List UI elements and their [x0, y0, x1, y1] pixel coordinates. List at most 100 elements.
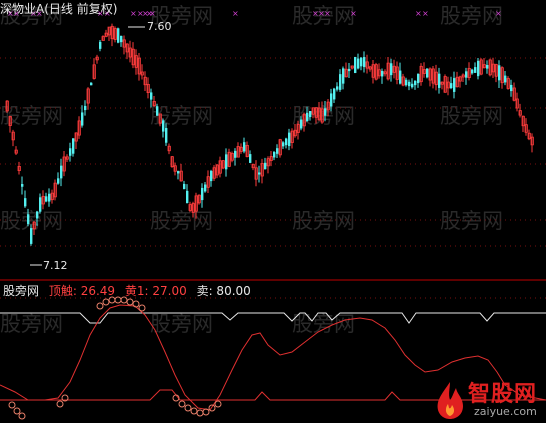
signal-marker: ×: [415, 9, 422, 18]
candle-body: [276, 148, 279, 154]
candle-body: [186, 190, 189, 204]
price-chart[interactable]: × × × × × × × ×××× × × × × × × × ×: [0, 0, 546, 423]
stock-chart-window: 股旁网 股旁网 股旁网 股旁网 股旁网 股旁网 股旁网 股旁网 股旁网 股旁网 股旁网 股旁网 股旁网股…: [0, 0, 546, 423]
candle-body: [36, 211, 39, 219]
chart-title: 深物业A(日线 前复权): [0, 2, 118, 16]
candle-body: [498, 65, 501, 81]
signal-circle: [202, 408, 210, 416]
candle-body: [84, 105, 87, 111]
signal-marker: ×: [495, 9, 502, 18]
signal-circle: [184, 404, 192, 412]
candle-body: [162, 120, 165, 132]
candle-body: [204, 184, 207, 192]
signal-circle: [178, 400, 186, 408]
candle-body: [339, 74, 342, 90]
candle-body: [363, 57, 366, 67]
candle-body: [150, 92, 153, 100]
candle-body: [243, 142, 246, 152]
signal-circle: [196, 409, 204, 417]
candle-body: [477, 60, 480, 77]
candle-body: [21, 184, 24, 187]
candle-body: [234, 150, 237, 158]
indicator-value-sell: 卖: 80.00: [196, 284, 251, 298]
candle-body: [24, 198, 27, 207]
indicator-white-line: [0, 312, 546, 324]
signal-circle: [138, 304, 146, 312]
candle-body: [342, 68, 345, 84]
candle-body: [504, 75, 507, 83]
signal-circle: [132, 300, 140, 308]
candle-body: [438, 73, 441, 88]
candle-body: [264, 162, 267, 170]
candle-body: [60, 165, 63, 179]
candle-body: [333, 88, 336, 100]
candle-body: [156, 106, 159, 116]
signal-circle: [96, 302, 104, 310]
signal-circle: [208, 404, 216, 412]
candle-body: [411, 83, 414, 88]
candle-body: [258, 172, 261, 175]
candle-body: [165, 128, 168, 143]
candle-body: [348, 68, 351, 72]
indicator-name: 股旁网: [3, 284, 40, 298]
candle-body: [471, 69, 474, 74]
candle-body: [72, 138, 75, 154]
logo-name: 智股网: [468, 382, 538, 407]
candle-body: [453, 78, 456, 92]
signal-circle: [18, 412, 26, 420]
candle-body: [39, 197, 42, 212]
candle-body: [426, 68, 429, 78]
candle-body: [336, 86, 339, 90]
signal-circle: [214, 400, 222, 408]
candle-body: [90, 82, 93, 86]
signal-marker: ×: [350, 9, 357, 18]
candle-body: [117, 28, 120, 43]
signal-circle: [13, 407, 21, 415]
low-price-label: 7.12: [43, 259, 68, 272]
candle-body: [390, 63, 393, 76]
candle-body: [417, 73, 420, 84]
candle-body: [309, 111, 312, 117]
candle-body: [48, 193, 51, 202]
candle-body: [405, 79, 408, 86]
candle-body: [300, 119, 303, 129]
brand-logo: 智股网 zaiyue.com: [430, 376, 546, 423]
signal-circle: [190, 407, 198, 415]
signal-circle: [56, 400, 64, 408]
candle-body: [99, 41, 102, 49]
indicator-value-top: 顶触: 26.49: [48, 284, 116, 298]
candle-body: [465, 71, 468, 78]
signal-marker: ×: [422, 9, 429, 18]
candle-body: [360, 57, 363, 67]
indicator-value-yellow1: 黄1: 27.00: [124, 284, 187, 298]
candle-body: [27, 214, 30, 224]
candle-body: [357, 58, 360, 69]
candle-body: [381, 70, 384, 77]
candle-body: [69, 148, 72, 156]
signal-marker: ×: [324, 9, 331, 18]
candle-body: [273, 152, 276, 158]
signal-circle: [126, 298, 134, 306]
candle-body: [354, 57, 357, 73]
candle-body: [450, 83, 453, 89]
signal-marker: ×: [232, 9, 239, 18]
candle-body: [81, 112, 84, 126]
candle-body: [285, 138, 288, 146]
logo-url: zaiyue.com: [474, 405, 537, 418]
candle-body: [486, 64, 489, 69]
candle-body: [57, 178, 60, 184]
high-price-label: 7.60: [147, 20, 172, 33]
candle-body: [30, 228, 33, 244]
signal-circle: [8, 401, 16, 409]
candle-body: [324, 108, 327, 116]
candle-body: [282, 142, 285, 147]
candle-body: [183, 183, 186, 190]
candle-body: [306, 112, 309, 122]
signal-marker: ×: [149, 9, 156, 18]
candle-body: [474, 67, 477, 73]
signal-circle: [102, 298, 110, 306]
candle-body: [510, 84, 513, 92]
candle-body: [210, 170, 213, 182]
candle-body: [408, 81, 411, 87]
candle-body: [225, 154, 228, 170]
